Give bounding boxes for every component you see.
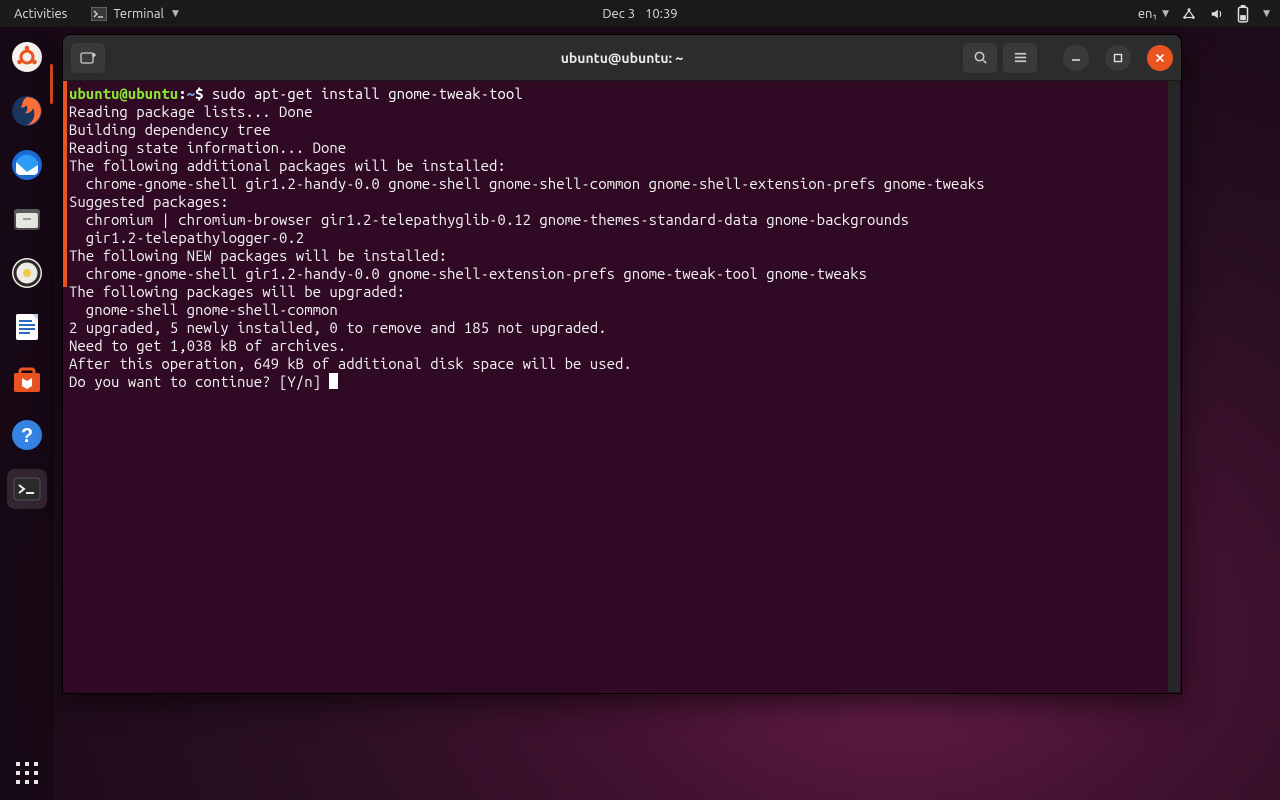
dock-item-files[interactable] xyxy=(7,199,47,239)
command-text: sudo apt-get install gnome-tweak-tool xyxy=(212,85,523,102)
output-line: Do you want to continue? [Y/n] xyxy=(69,373,329,390)
volume-icon[interactable] xyxy=(1209,7,1225,21)
output-line: Suggested packages: xyxy=(69,193,229,210)
panel-date: Dec 3 xyxy=(602,7,635,21)
output-line: 2 upgraded, 5 newly installed, 0 to remo… xyxy=(69,319,607,336)
keyboard-layout-indicator[interactable]: en₁ ▼ xyxy=(1138,7,1169,21)
panel-time: 10:39 xyxy=(645,7,678,21)
dock-item-firefox[interactable] xyxy=(7,91,47,131)
output-line: The following additional packages will b… xyxy=(69,157,506,174)
activities-button[interactable]: Activities xyxy=(0,7,81,21)
gnome-top-panel: Activities Terminal ▼ Dec 3 10:39 en₁ ▼ … xyxy=(0,0,1280,27)
dock-item-terminal[interactable] xyxy=(7,469,47,509)
dock-item-ubuntu-software[interactable] xyxy=(7,361,47,401)
output-line: chrome-gnome-shell gir1.2-handy-0.0 gnom… xyxy=(69,265,867,282)
system-menu-chevron[interactable]: ▼ xyxy=(1261,8,1270,19)
new-tab-button[interactable] xyxy=(71,43,105,73)
chevron-down-icon: ▼ xyxy=(1263,8,1270,19)
prompt-user: ubuntu@ubuntu xyxy=(69,85,178,102)
terminal-cursor xyxy=(329,373,338,389)
search-button[interactable] xyxy=(963,43,997,73)
output-line: gnome-shell gnome-shell-common xyxy=(69,301,338,318)
ubuntu-dock: ? xyxy=(0,27,54,800)
output-line: After this operation, 649 kB of addition… xyxy=(69,355,632,372)
output-line: Reading state information... Done xyxy=(69,139,346,156)
terminal-scrollbar[interactable] xyxy=(1168,81,1180,692)
dock-item-help[interactable]: ? xyxy=(7,415,47,455)
output-line: Need to get 1,038 kB of archives. xyxy=(69,337,346,354)
maximize-button[interactable] xyxy=(1105,45,1131,71)
window-titlebar[interactable]: ubuntu@ubuntu: ~ xyxy=(63,35,1181,81)
output-line: Reading package lists... Done xyxy=(69,103,313,120)
terminal-icon xyxy=(91,7,107,21)
dock-active-indicator xyxy=(50,64,53,104)
dock-item-libreoffice-writer[interactable] xyxy=(7,307,47,347)
output-line: chromium | chromium-browser gir1.2-telep… xyxy=(69,211,909,228)
show-applications-button[interactable] xyxy=(0,760,54,786)
prompt-separator: : xyxy=(178,85,186,102)
battery-icon[interactable] xyxy=(1237,5,1249,23)
network-icon[interactable] xyxy=(1181,7,1197,21)
dock-item-software-updater[interactable] xyxy=(7,37,47,77)
output-line: gir1.2-telepathylogger-0.2 xyxy=(69,229,304,246)
window-title: ubuntu@ubuntu: ~ xyxy=(561,50,684,66)
output-line: The following NEW packages will be insta… xyxy=(69,247,447,264)
chevron-down-icon: ▼ xyxy=(1162,8,1169,19)
dock-item-rhythmbox[interactable] xyxy=(7,253,47,293)
app-menu-label: Terminal xyxy=(113,7,164,21)
prompt-dollar: $ xyxy=(195,85,203,102)
svg-text:?: ? xyxy=(21,425,33,447)
prompt-path: ~ xyxy=(187,85,195,102)
output-line: chrome-gnome-shell gir1.2-handy-0.0 gnom… xyxy=(69,175,985,192)
output-line: Building dependency tree xyxy=(69,121,271,138)
dock-item-thunderbird[interactable] xyxy=(7,145,47,185)
terminal-output[interactable]: ubuntu@ubuntu:~$ sudo apt-get install gn… xyxy=(63,81,1181,693)
app-menu[interactable]: Terminal ▼ xyxy=(81,7,189,21)
hamburger-menu-button[interactable] xyxy=(1003,43,1037,73)
chevron-down-icon: ▼ xyxy=(172,8,179,19)
lang-label: en₁ xyxy=(1138,7,1157,21)
terminal-window: ubuntu@ubuntu: ~ ubuntu@ubuntu:~$ sudo a… xyxy=(62,34,1182,694)
minimize-button[interactable] xyxy=(1063,45,1089,71)
clock-area[interactable]: Dec 3 10:39 xyxy=(602,7,677,21)
close-button[interactable] xyxy=(1147,45,1173,71)
output-line: The following packages will be upgraded: xyxy=(69,283,405,300)
